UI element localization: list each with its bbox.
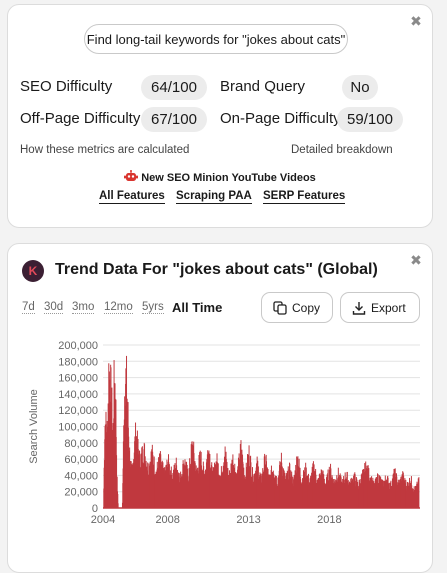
range-all-time[interactable]: All Time <box>172 300 222 315</box>
close-icon[interactable]: ✖ <box>409 14 423 28</box>
copy-button[interactable]: Copy <box>261 292 333 323</box>
y-tick-label: 80,000 <box>64 438 98 450</box>
trend-chart: 020,00040,00060,00080,000100,000120,0001… <box>28 340 420 526</box>
range-3mo[interactable]: 3mo <box>72 301 95 314</box>
export-button[interactable]: Export <box>340 292 420 323</box>
how-metrics-calculated-link[interactable]: How these metrics are calculated <box>20 144 189 156</box>
all-features-link[interactable]: All Features <box>99 190 165 204</box>
range-7d[interactable]: 7d <box>22 301 35 314</box>
trend-title: Trend Data For "jokes about cats" (Globa… <box>55 261 378 278</box>
y-tick-label: 140,000 <box>58 389 98 401</box>
brand-query-value: No <box>342 75 378 100</box>
robot-icon <box>124 170 139 181</box>
y-tick-label: 200,000 <box>58 340 98 352</box>
export-label: Export <box>371 301 406 315</box>
trend-data-card: ✖ K Trend Data For "jokes about cats" (G… <box>7 243 433 573</box>
scraping-paa-link[interactable]: Scraping PAA <box>176 190 252 204</box>
on-page-difficulty-label: On-Page Difficulty <box>220 110 341 127</box>
seo-difficulty-label: SEO Difficulty <box>20 78 113 95</box>
seo-difficulty-value: 64/100 <box>141 75 207 100</box>
x-tick-label: 2004 <box>91 514 115 526</box>
close-icon[interactable]: ✖ <box>409 253 423 267</box>
off-page-difficulty-value: 67/100 <box>141 107 207 132</box>
y-tick-label: 100,000 <box>58 422 98 434</box>
off-page-difficulty-label: Off-Page Difficulty <box>20 110 141 127</box>
find-long-tail-keywords-button[interactable]: Find long-tail keywords for "jokes about… <box>84 24 348 54</box>
promo-text: New SEO Minion YouTube Videos <box>141 172 316 184</box>
y-tick-label: 40,000 <box>64 470 98 482</box>
y-tick-label: 60,000 <box>64 454 98 466</box>
download-icon <box>352 302 366 315</box>
y-axis-label: Search Volume <box>28 389 40 464</box>
copy-label: Copy <box>292 301 321 315</box>
range-12mo[interactable]: 12mo <box>104 301 133 314</box>
x-tick-label: 2018 <box>317 514 341 526</box>
x-tick-label: 2008 <box>155 514 179 526</box>
range-5yrs[interactable]: 5yrs <box>142 301 164 314</box>
copy-icon <box>273 301 287 315</box>
serp-features-link[interactable]: SERP Features <box>263 190 346 204</box>
y-tick-label: 180,000 <box>58 356 98 368</box>
y-tick-label: 120,000 <box>58 405 98 417</box>
keywords-everywhere-logo: K <box>22 260 44 282</box>
x-tick-label: 2013 <box>236 514 260 526</box>
on-page-difficulty-value: 59/100 <box>337 107 403 132</box>
volume-bar <box>418 477 420 508</box>
youtube-videos-link[interactable]: New SEO Minion YouTube Videos <box>8 170 432 184</box>
y-tick-label: 20,000 <box>64 487 98 499</box>
brand-query-label: Brand Query <box>220 78 306 95</box>
range-30d[interactable]: 30d <box>44 301 64 314</box>
seo-metrics-card: ✖ Find long-tail keywords for "jokes abo… <box>7 4 433 228</box>
y-tick-label: 160,000 <box>58 373 98 385</box>
detailed-breakdown-link[interactable]: Detailed breakdown <box>291 144 393 156</box>
